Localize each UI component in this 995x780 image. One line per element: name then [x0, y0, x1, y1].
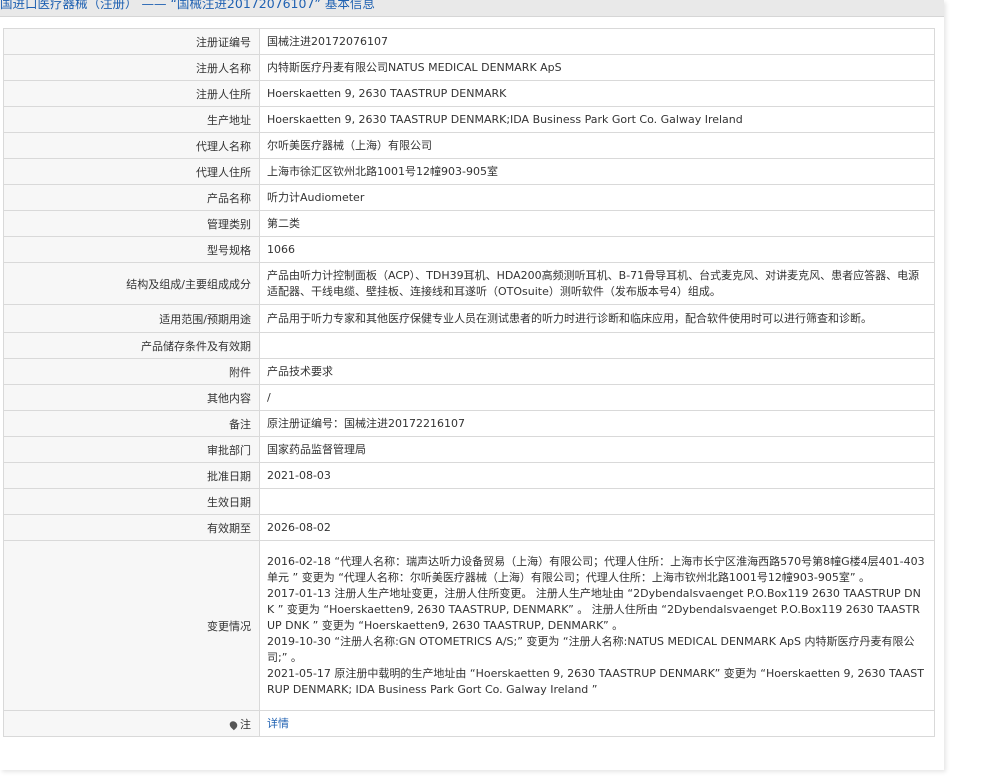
- row-value: 国械注进20172076107: [259, 28, 935, 55]
- details-link[interactable]: 详情: [267, 717, 289, 730]
- page-title: 国进口医疗器械（注册） —— “国械注进20172076107” 基本信息: [0, 0, 375, 11]
- table-row: 注 详情: [3, 710, 935, 737]
- table-row: 型号规格 1066: [3, 236, 935, 263]
- row-label: 适用范围/预期用途: [3, 304, 260, 333]
- row-value: 国家药品监督管理局: [259, 436, 935, 463]
- table-row: 变更情况 2016-02-18 “代理人名称：瑞声达听力设备贸易（上海）有限公司…: [3, 540, 935, 711]
- table-row: 审批部门 国家药品监督管理局: [3, 436, 935, 463]
- table-row: 代理人名称 尔听美医疗器械（上海）有限公司: [3, 132, 935, 159]
- row-value: 上海市徐汇区钦州北路1001号12幢903-905室: [259, 158, 935, 185]
- row-label: 型号规格: [3, 236, 260, 263]
- table-row: 适用范围/预期用途 产品用于听力专家和其他医疗保健专业人员在测试患者的听力时进行…: [3, 304, 935, 333]
- change-entry: 2016-02-18 “代理人名称：瑞声达听力设备贸易（上海）有限公司；代理人住…: [267, 554, 925, 584]
- change-entry: 2017-01-13 注册人生产地址变更，注册人住所变更。 注册人生产地址由 “…: [267, 586, 921, 632]
- table-row: 注册人住所 Hoerskaetten 9, 2630 TAASTRUP DENM…: [3, 80, 935, 107]
- row-value: [259, 488, 935, 515]
- table-row: 生效日期: [3, 488, 935, 515]
- table-row: 注册人名称 内特斯医疗丹麦有限公司NATUS MEDICAL DENMARK A…: [3, 54, 935, 81]
- row-label: 备注: [3, 410, 260, 437]
- table-row: 产品储存条件及有效期: [3, 332, 935, 359]
- table-row: 产品名称 听力计Audiometer: [3, 184, 935, 211]
- row-value: Hoerskaetten 9, 2630 TAASTRUP DENMARK;ID…: [259, 106, 935, 133]
- table-row: 代理人住所 上海市徐汇区钦州北路1001号12幢903-905室: [3, 158, 935, 185]
- row-value: 内特斯医疗丹麦有限公司NATUS MEDICAL DENMARK ApS: [259, 54, 935, 81]
- row-label: 代理人名称: [3, 132, 260, 159]
- row-value: 2026-08-02: [259, 514, 935, 541]
- row-label: 生产地址: [3, 106, 260, 133]
- row-label: 产品名称: [3, 184, 260, 211]
- note-value: 详情: [259, 710, 935, 737]
- row-value: Hoerskaetten 9, 2630 TAASTRUP DENMARK: [259, 80, 935, 107]
- table-row: 其他内容 /: [3, 384, 935, 411]
- row-label: 注册人住所: [3, 80, 260, 107]
- table-row: 有效期至 2026-08-02: [3, 514, 935, 541]
- row-value: 第二类: [259, 210, 935, 237]
- table-row: 结构及组成/主要组成成分 产品由听力计控制面板（ACP）、TDH39耳机、HDA…: [3, 262, 935, 305]
- row-value: 产品用于听力专家和其他医疗保健专业人员在测试患者的听力时进行诊断和临床应用，配合…: [259, 304, 935, 333]
- row-label: 批准日期: [3, 462, 260, 489]
- row-value: [259, 332, 935, 359]
- change-entry: 2019-10-30 “注册人名称:GN OTOMETRICS A/S;” 变更…: [267, 634, 915, 664]
- row-value: 产品技术要求: [259, 358, 935, 385]
- title-bar: 国进口医疗器械（注册） —— “国械注进20172076107” 基本信息: [0, 0, 944, 17]
- table-row: 生产地址 Hoerskaetten 9, 2630 TAASTRUP DENMA…: [3, 106, 935, 133]
- table-row: 备注 原注册证编号：国械注进20172216107: [3, 410, 935, 437]
- changes-label: 变更情况: [3, 540, 260, 711]
- row-value: 产品由听力计控制面板（ACP）、TDH39耳机、HDA200高频测听耳机、B-7…: [259, 262, 935, 305]
- row-label: 有效期至: [3, 514, 260, 541]
- row-value: 原注册证编号：国械注进20172216107: [259, 410, 935, 437]
- row-label: 附件: [3, 358, 260, 385]
- row-label: 产品储存条件及有效期: [3, 332, 260, 359]
- row-value: 听力计Audiometer: [259, 184, 935, 211]
- row-label: 代理人住所: [3, 158, 260, 185]
- table-row: 管理类别 第二类: [3, 210, 935, 237]
- table-row: 附件 产品技术要求: [3, 358, 935, 385]
- change-entry: 2021-05-17 原注册中载明的生产地址由 “Hoerskaetten 9,…: [267, 666, 924, 696]
- row-value: 2021-08-03: [259, 462, 935, 489]
- detail-panel: 国进口医疗器械（注册） —— “国械注进20172076107” 基本信息 注册…: [0, 0, 944, 770]
- map-pin-icon: [228, 719, 239, 730]
- row-value: /: [259, 384, 935, 411]
- row-value: 尔听美医疗器械（上海）有限公司: [259, 132, 935, 159]
- info-table: 注册证编号 国械注进20172076107 注册人名称 内特斯医疗丹麦有限公司N…: [3, 28, 935, 737]
- row-label: 注册人名称: [3, 54, 260, 81]
- row-label: 其他内容: [3, 384, 260, 411]
- row-label: 注册证编号: [3, 28, 260, 55]
- changes-value: 2016-02-18 “代理人名称：瑞声达听力设备贸易（上海）有限公司；代理人住…: [259, 540, 935, 711]
- note-label-cell: 注: [3, 710, 260, 737]
- table-row: 注册证编号 国械注进20172076107: [3, 28, 935, 55]
- note-label: 注: [240, 717, 251, 731]
- row-value: 1066: [259, 236, 935, 263]
- row-label: 生效日期: [3, 488, 260, 515]
- row-label: 审批部门: [3, 436, 260, 463]
- row-label: 结构及组成/主要组成成分: [3, 262, 260, 305]
- row-label: 管理类别: [3, 210, 260, 237]
- table-row: 批准日期 2021-08-03: [3, 462, 935, 489]
